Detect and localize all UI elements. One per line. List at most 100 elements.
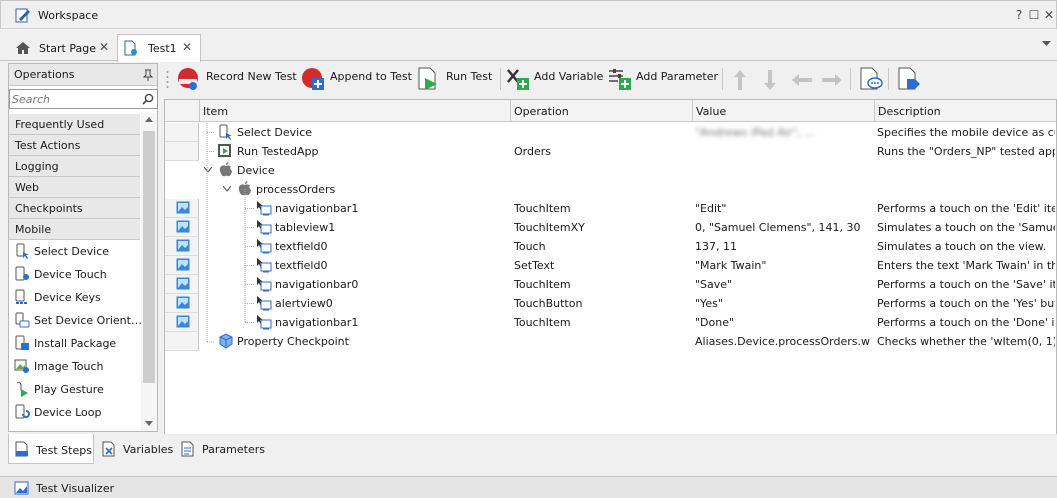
append-label: Append to Test [330, 70, 412, 83]
column-header-value[interactable]: Value [693, 100, 875, 122]
description-text: Enters the text 'Mark Twain' in the… [877, 259, 1055, 272]
op-install-package[interactable]: Install Package [9, 332, 140, 355]
op-device-keys[interactable]: Device Keys [9, 286, 140, 309]
value-text: "Save" [695, 278, 733, 291]
scroll-up-icon[interactable] [145, 117, 153, 122]
scroll-down-icon[interactable] [145, 421, 153, 426]
device-touch-icon [14, 266, 30, 282]
item-text: navigationbar1 [275, 202, 359, 215]
maximize-button[interactable]: ☐ [1028, 7, 1040, 23]
description-text: Checks whether the 'wItem(0, 1)' … [877, 335, 1055, 348]
op-device-touch[interactable]: Device Touch [9, 263, 140, 286]
close-tab-icon[interactable]: ✕ [99, 40, 109, 54]
value-text: Aliases.Device.processOrders.win… [695, 335, 871, 348]
table-row[interactable]: Property Checkpoint Aliases.Device.proce… [165, 332, 1056, 351]
table-row[interactable]: alertview0 TouchButton "Yes" Performs a … [165, 294, 1056, 313]
table-row[interactable]: textfield0 Touch 137, 11 Simulates a tou… [165, 237, 1056, 256]
search-icon[interactable] [142, 93, 154, 105]
operation-text: TouchItem [514, 316, 571, 329]
screenshot-icon[interactable] [176, 201, 190, 214]
tab-list-chevron-icon[interactable] [1042, 41, 1051, 47]
test-visualizer-bar[interactable]: Test Visualizer [0, 476, 1057, 498]
record-new-test-button[interactable]: Record New Test [176, 63, 298, 96]
tab-label: Test1 [148, 42, 177, 55]
row-header[interactable] [165, 332, 199, 351]
row-header[interactable] [165, 313, 199, 332]
move-left-icon[interactable] [790, 72, 814, 88]
screenshot-icon[interactable] [176, 239, 190, 252]
table-row[interactable]: navigationbar1 TouchItem "Done" Performs… [165, 313, 1056, 332]
tab-variables[interactable]: Variables [96, 434, 173, 464]
screenshot-icon[interactable] [176, 296, 190, 309]
move-right-icon[interactable] [820, 72, 844, 88]
close-tab-icon[interactable]: ✕ [182, 40, 192, 54]
value-text: "Done" [695, 316, 735, 329]
row-header[interactable] [165, 199, 199, 218]
help-button[interactable]: ? [1013, 7, 1025, 23]
value-text: "Yes" [695, 297, 723, 310]
op-select-device[interactable]: Select Device [9, 240, 140, 263]
description-text: Performs a touch on the 'Edit' item… [877, 202, 1055, 215]
op-image-touch[interactable]: Image Touch [9, 355, 140, 378]
op-set-device-orientation[interactable]: Set Device Orient… [9, 309, 142, 332]
close-window-button[interactable]: ✕ [1043, 7, 1055, 23]
tab-start-page[interactable]: Start Page ✕ [9, 34, 116, 61]
column-header-description[interactable]: Description [875, 100, 1056, 122]
orientation-icon [14, 312, 30, 328]
table-row[interactable]: Select Device "Andrews iPad Air", … Spec… [165, 123, 1056, 142]
operations-scrollbar[interactable] [141, 113, 157, 431]
tab-parameters[interactable]: Parameters [174, 434, 265, 464]
add-variable-button[interactable]: Add Variable [505, 63, 605, 96]
row-header[interactable] [165, 294, 199, 313]
category-web[interactable]: Web [9, 177, 140, 198]
table-row[interactable]: tableview1 TouchItemXY 0, "Samuel Clemen… [165, 218, 1056, 237]
screenshot-icon[interactable] [176, 258, 190, 271]
row-header[interactable] [165, 142, 199, 161]
pin-icon[interactable] [143, 69, 153, 81]
row-header[interactable] [165, 218, 199, 237]
move-up-icon[interactable] [732, 68, 748, 92]
row-header[interactable] [165, 275, 199, 294]
search-input[interactable] [12, 92, 137, 106]
category-frequently-used[interactable]: Frequently Used [9, 114, 140, 135]
table-row[interactable]: Run TestedApp Orders Runs the "Orders_NP… [165, 142, 1056, 161]
workspace-icon [15, 7, 31, 23]
tab-test-steps[interactable]: Test Steps [8, 434, 94, 464]
table-row[interactable]: textfield0 SetText "Mark Twain" Enters t… [165, 256, 1056, 275]
column-header-item[interactable]: Item [200, 100, 511, 122]
description-text: Performs a touch on the 'Yes' butt… [877, 297, 1055, 310]
category-logging[interactable]: Logging [9, 156, 140, 177]
op-play-gesture[interactable]: Play Gesture [9, 378, 140, 401]
category-mobile[interactable]: Mobile [9, 219, 140, 240]
append-to-test-button[interactable]: Append to Test [300, 63, 412, 96]
operations-search-box[interactable] [9, 89, 158, 109]
op-label: Device Loop [34, 406, 102, 419]
screenshot-icon[interactable] [176, 277, 190, 290]
tab-test1[interactable]: Test1 ✕ [117, 34, 201, 62]
scrollbar-thumb[interactable] [143, 131, 155, 383]
move-down-icon[interactable] [762, 68, 778, 92]
screenshot-icon[interactable] [176, 315, 190, 328]
test-file-icon [123, 40, 139, 56]
category-checkpoints[interactable]: Checkpoints [9, 198, 140, 219]
add-parameter-button[interactable]: Add Parameter [607, 63, 719, 96]
table-row[interactable]: processOrders [165, 180, 1056, 199]
column-header-operation[interactable]: Operation [511, 100, 693, 122]
row-header[interactable] [165, 123, 199, 142]
row-header[interactable] [165, 256, 199, 275]
operation-text: Orders [514, 145, 551, 158]
screenshot-icon[interactable] [176, 220, 190, 233]
comment-icon[interactable] [859, 67, 883, 91]
device-loop-icon [14, 404, 30, 420]
category-test-actions[interactable]: Test Actions [9, 135, 140, 156]
table-row[interactable]: navigationbar1 TouchItem "Edit" Performs… [165, 199, 1056, 218]
toolbar-separator [888, 68, 889, 90]
operations-header: Operations [9, 64, 157, 86]
row-header[interactable] [165, 237, 199, 256]
op-device-loop[interactable]: Device Loop [9, 401, 140, 424]
table-row[interactable]: Device [165, 161, 1056, 180]
tag-icon[interactable] [897, 67, 921, 91]
table-row[interactable]: navigationbar0 TouchItem "Save" Performs… [165, 275, 1056, 294]
run-test-button[interactable]: Run Test [415, 63, 497, 96]
operations-panel: Operations Frequently Used Test Actions … [8, 63, 158, 432]
